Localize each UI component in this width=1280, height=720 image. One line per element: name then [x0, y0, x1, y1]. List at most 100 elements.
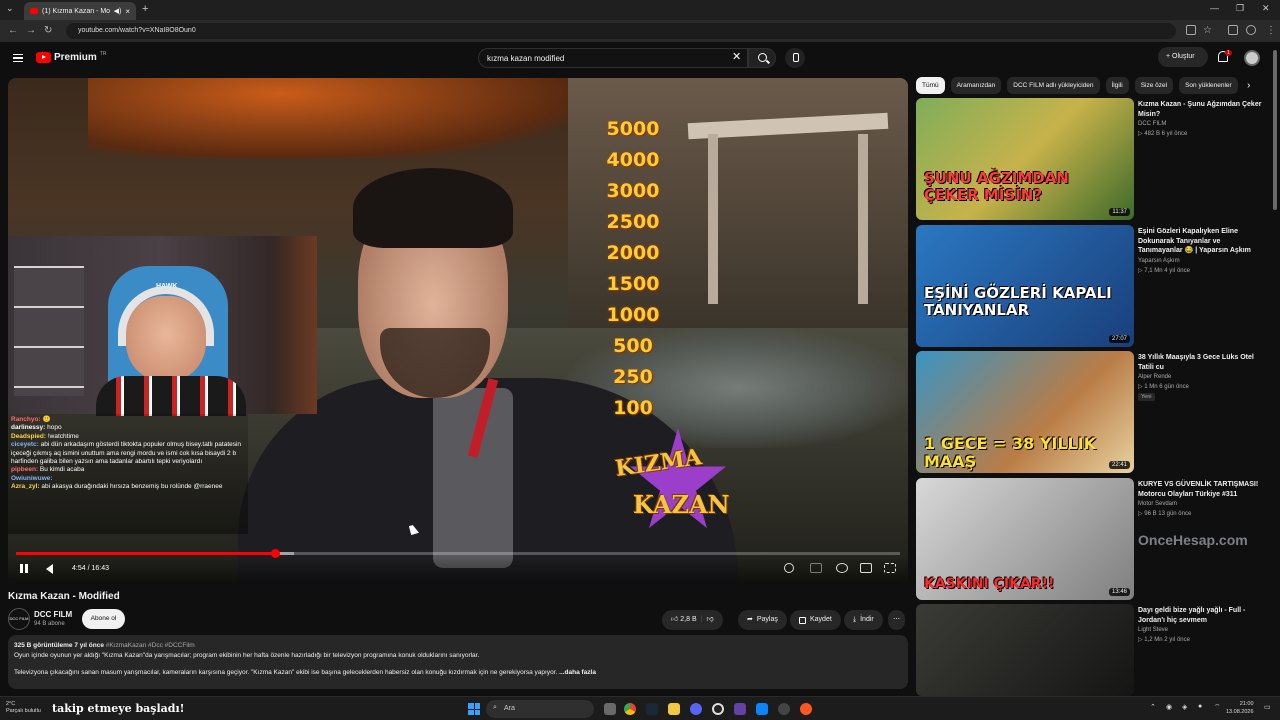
video-thumbnail[interactable]: EŞİNİ GÖZLERİ KAPALI TANIYANLAR 27:07 — [916, 225, 1134, 347]
taskbar-search-placeholder: Ara — [504, 705, 515, 712]
taskbar-clock[interactable]: 21:00 13.08.2026 — [1226, 700, 1254, 716]
video-thumbnail[interactable]: 1 GECE = 38 YILLIK MAAŞ 22:41 — [916, 351, 1134, 473]
more-actions-icon[interactable]: ⋯ — [888, 610, 905, 630]
tab-audio-icon[interactable]: ◀) — [114, 7, 122, 15]
recommended-title[interactable]: 38 Yıllık Maaşıyla 3 Gece Lüks Otel Tati… — [1138, 353, 1266, 372]
app-grid-icon[interactable] — [734, 703, 746, 715]
close-window-icon[interactable]: ✕ — [1262, 3, 1270, 14]
windows-start-icon[interactable] — [468, 703, 480, 715]
autoplay-toggle-icon[interactable] — [784, 563, 794, 573]
video-thumbnail[interactable]: ŞUNU AĞZIMDAN ÇEKER MİSİN? 11:37 — [916, 98, 1134, 220]
steam-icon[interactable] — [646, 703, 658, 715]
taskbar-search[interactable]: ⌕ Ara — [486, 700, 594, 718]
chat-username: ciceyetc: — [11, 441, 39, 449]
channel-name[interactable]: DCC FILM — [34, 610, 72, 619]
minimize-icon[interactable]: — — [1210, 3, 1219, 13]
filter-chip[interactable]: Son yüklenenler — [1179, 77, 1238, 94]
filter-chip[interactable]: Size özel — [1134, 77, 1174, 94]
download-icon: ⤓ — [853, 616, 857, 623]
settings-icon[interactable] — [778, 703, 790, 715]
back-icon[interactable]: ← — [8, 25, 18, 36]
video-player[interactable]: 5000 4000 3000 2500 2000 1500 1000 500 250 100 KI… — [8, 78, 908, 584]
monitor-icon[interactable] — [756, 703, 768, 715]
recommended-title[interactable]: KURYE VS GÜVENLİK TARTIŞMASI! Motorcu Ol… — [1138, 480, 1266, 499]
install-app-icon[interactable] — [1186, 25, 1196, 35]
chrome-icon[interactable] — [624, 703, 636, 715]
forward-icon[interactable]: → — [26, 25, 36, 36]
recommended-video[interactable]: ŞUNU AĞZIMDAN ÇEKER MİSİN? 11:37 Kızma Kaz… — [916, 98, 1266, 220]
video-thumbnail[interactable]: KASKINI ÇIKAR!! 13:46 — [916, 478, 1134, 600]
chat-username: Azra_zyl: — [11, 483, 40, 491]
browser-menu-icon[interactable]: ⋮ — [1266, 25, 1276, 36]
recommended-channel[interactable]: Yaparsın Aşkım — [1138, 258, 1180, 264]
discord-icon[interactable] — [690, 703, 702, 715]
volume-icon[interactable] — [46, 564, 53, 574]
create-button[interactable]: + Oluştur — [1158, 47, 1208, 67]
menu-icon[interactable] — [13, 54, 23, 62]
chat-text: hopo — [47, 424, 62, 432]
search-button[interactable] — [748, 48, 776, 68]
browser-tab[interactable]: (1) Kızma Kazan - Modified ◀) × — [24, 2, 136, 20]
recommended-title[interactable]: Kızma Kazan - Şunu Ağzımdan Çeker Misin? — [1138, 100, 1266, 119]
tray-app-icon[interactable]: ◈ — [1182, 703, 1187, 711]
weather-widget[interactable]: 2°C Parçalı bulutlu — [6, 701, 41, 715]
tab-close-icon[interactable]: × — [125, 7, 130, 16]
like-button[interactable]: 👍︎ 2,8 B — [671, 610, 697, 630]
new-tab-icon[interactable]: + — [142, 3, 148, 15]
share-button[interactable]: ➦ Paylaş — [738, 610, 787, 630]
video-thumbnail[interactable] — [916, 604, 1134, 696]
recommended-video[interactable]: 1 GECE = 38 YILLIK MAAŞ 22:41 38 Yıllık Ma… — [916, 351, 1266, 473]
time-display: 4:54 / 16:43 — [72, 565, 109, 572]
file-explorer-icon[interactable] — [668, 703, 680, 715]
tray-mic-icon[interactable]: ● — [1198, 703, 1202, 710]
maximize-icon[interactable]: ❐ — [1236, 3, 1244, 14]
recommended-channel[interactable]: Light Steve — [1138, 627, 1168, 633]
voice-search-icon[interactable] — [785, 48, 805, 68]
recommended-title[interactable]: Eşini Gözleri Kapalıyken Eline Dokunarak… — [1138, 227, 1266, 256]
subtitles-icon[interactable] — [810, 563, 822, 573]
clear-search-icon[interactable]: ✕ — [732, 50, 741, 63]
app-icon[interactable] — [800, 703, 812, 715]
obs-icon[interactable] — [712, 703, 724, 715]
show-more-link[interactable]: ...daha fazla — [559, 669, 596, 676]
task-view-icon[interactable] — [604, 703, 616, 715]
progress-bar[interactable] — [16, 549, 900, 558]
recommended-channel[interactable]: DCC FILM — [1138, 121, 1166, 127]
fullscreen-icon[interactable] — [884, 563, 896, 573]
profile-icon[interactable] — [1246, 25, 1256, 35]
tray-app-icon[interactable]: ◉ — [1166, 703, 1172, 711]
description-box[interactable]: 325 B görüntüleme 7 yıl önce #KızmaKazan… — [8, 635, 908, 689]
channel-avatar[interactable]: DCC FILM — [8, 608, 30, 630]
settings-gear-icon[interactable] — [836, 563, 848, 573]
account-avatar[interactable] — [1244, 50, 1260, 66]
tray-chevron-icon[interactable]: ⌃ — [1150, 703, 1156, 711]
pause-icon[interactable] — [20, 564, 28, 573]
reload-icon[interactable]: ↻ — [44, 25, 52, 36]
page-scrollbar[interactable] — [1273, 50, 1277, 210]
recommended-video[interactable]: EŞİNİ GÖZLERİ KAPALI TANIYANLAR 27:07 Eşin… — [916, 225, 1266, 347]
bookmark-star-icon[interactable]: ☆ — [1203, 25, 1212, 36]
youtube-premium-logo[interactable]: Premium TR — [36, 51, 106, 63]
network-icon[interactable]: ⌔ — [1214, 703, 1221, 712]
recommended-video[interactable]: Dayı geldi bize yağlı yağlı - Full - Jor… — [916, 604, 1266, 696]
dislike-icon[interactable]: 👎︎ — [706, 610, 713, 630]
filter-chip[interactable]: DCC FILM adlı yükleyiciden — [1007, 77, 1100, 94]
search-input[interactable]: kızma kazan modified — [478, 48, 748, 68]
hashtags[interactable]: #KızmaKazan #Dcc #DCCFilm — [106, 642, 195, 649]
filter-chip[interactable]: İlgili — [1105, 77, 1129, 94]
recommended-channel[interactable]: Motor Sevdam — [1138, 501, 1177, 507]
url-field[interactable]: youtube.com/watch?v=XNaI8O8Oun0 — [66, 23, 1176, 39]
notification-center-icon[interactable]: ▭ — [1264, 703, 1271, 711]
subscribe-button[interactable]: Abone ol — [82, 609, 125, 629]
chips-next-arrow-icon[interactable]: › — [1247, 80, 1250, 91]
recommended-channel[interactable]: Alper Rende — [1138, 374, 1171, 380]
filter-chip[interactable]: Aramanızdan — [950, 77, 1002, 94]
save-button[interactable]: Kaydet — [790, 610, 841, 630]
scene-bench-leg — [858, 134, 868, 304]
extensions-icon[interactable] — [1228, 25, 1238, 35]
download-button[interactable]: ⤓ İndir — [844, 610, 883, 630]
tab-list-icon[interactable]: ⌄ — [6, 3, 14, 14]
miniplayer-icon[interactable] — [860, 563, 872, 573]
recommended-title[interactable]: Dayı geldi bize yağlı yağlı - Full - Jor… — [1138, 606, 1266, 625]
filter-chip[interactable]: Tümü — [916, 77, 945, 94]
